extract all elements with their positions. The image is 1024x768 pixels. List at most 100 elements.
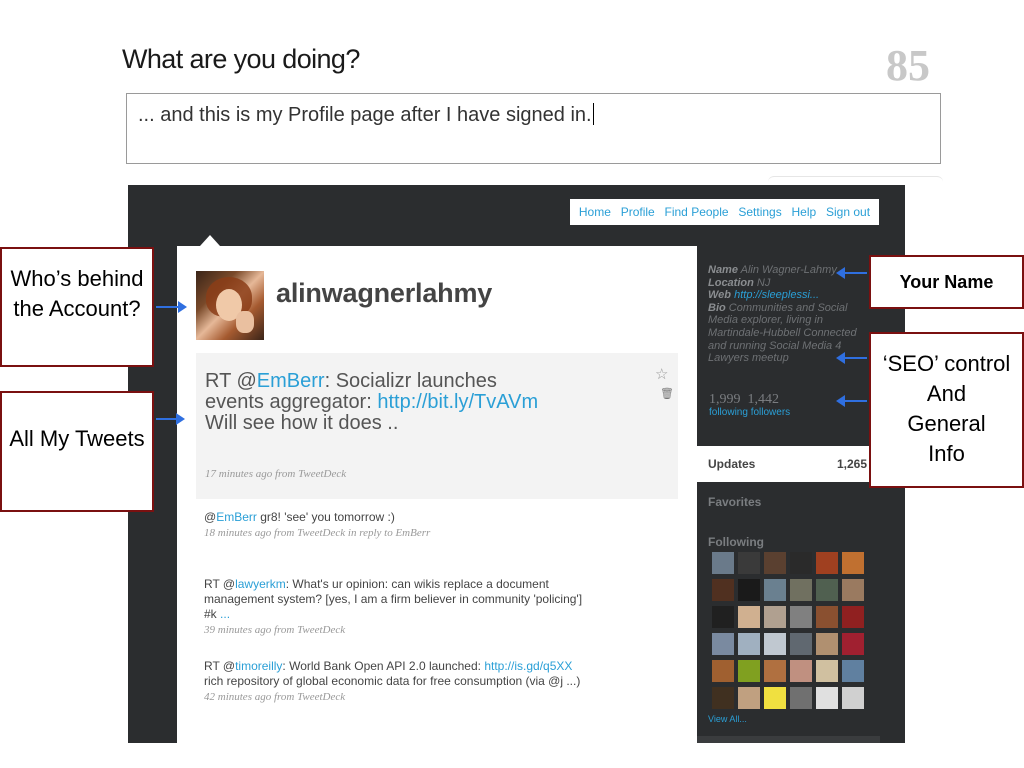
followers-count[interactable]: 1,442 <box>748 392 780 407</box>
nav-settings[interactable]: Settings <box>738 205 781 219</box>
mention-link[interactable]: EmBerr <box>257 370 325 392</box>
arrow-icon <box>836 395 867 407</box>
nav-help[interactable]: Help <box>792 205 817 219</box>
following-avatar[interactable] <box>816 579 838 601</box>
tweet-url[interactable]: http://bit.ly/TvAVm <box>377 391 538 413</box>
following-avatar[interactable] <box>842 660 864 682</box>
callout-seo-line: ‘SEO’ control <box>882 351 1011 376</box>
following-avatar[interactable] <box>816 687 838 709</box>
follow-stats-labels: following followers <box>709 407 790 418</box>
following-avatar[interactable] <box>764 552 786 574</box>
following-avatar[interactable] <box>764 606 786 628</box>
profile-info: Name Alin Wagner-Lahmy Location NJ Web h… <box>708 264 876 365</box>
following-avatar[interactable] <box>738 552 760 574</box>
follow-stats: 1,999 1,442 <box>709 392 779 408</box>
following-avatar[interactable] <box>764 633 786 655</box>
callout-who-behind: Who’s behind the Account? <box>0 247 154 367</box>
tweet-body: RT @lawyerkm: What's ur opinion: can wik… <box>204 577 594 622</box>
avatar[interactable] <box>196 271 264 340</box>
following-avatar-grid <box>712 552 866 709</box>
following-avatar[interactable] <box>764 660 786 682</box>
profile-screenshot: Home Profile Find People Settings Help S… <box>128 185 905 743</box>
tweet-more-link[interactable]: ... <box>217 607 230 621</box>
trash-icon[interactable]: 🗑 <box>660 387 674 400</box>
following-avatar[interactable] <box>738 633 760 655</box>
following-avatar[interactable] <box>790 579 812 601</box>
following-avatar[interactable] <box>842 579 864 601</box>
tweet-prefix: RT @ <box>204 577 236 591</box>
tweet-item: RT @timoreilly: World Bank Open API 2.0 … <box>204 659 594 705</box>
tweet-timestamp[interactable]: 17 minutes ago from TweetDeck <box>205 468 346 480</box>
following-avatar[interactable] <box>764 579 786 601</box>
profile-username: alinwagnerlahmy <box>276 278 493 308</box>
arrow-icon <box>836 352 867 364</box>
profile-location: NJ <box>756 276 771 289</box>
top-navigation: Home Profile Find People Settings Help S… <box>570 199 879 225</box>
tweet-timestamp[interactable]: 42 minutes ago from TweetDeck <box>204 690 594 705</box>
following-avatar[interactable] <box>842 687 864 709</box>
arrow-icon <box>836 267 867 279</box>
following-avatar[interactable] <box>842 552 864 574</box>
callout-seo-line: Info <box>928 441 965 466</box>
following-avatar[interactable] <box>712 552 734 574</box>
following-avatar[interactable] <box>738 579 760 601</box>
callout-seo-control: ‘SEO’ control And General Info <box>869 332 1024 488</box>
view-all-link[interactable]: View All... <box>708 714 747 724</box>
updates-tab[interactable]: Updates 1,265 <box>697 446 880 482</box>
following-avatar[interactable] <box>816 660 838 682</box>
tweet-text-end: Will see how it does .. <box>205 412 399 434</box>
following-avatar[interactable] <box>738 606 760 628</box>
tab-pointer <box>200 235 220 246</box>
following-count[interactable]: 1,999 <box>709 392 741 407</box>
tweet-item: RT @lawyerkm: What's ur opinion: can wik… <box>204 577 594 638</box>
following-avatar[interactable] <box>764 687 786 709</box>
following-avatar[interactable] <box>816 606 838 628</box>
following-avatar[interactable] <box>712 660 734 682</box>
compose-divider <box>768 176 943 183</box>
tweet-url[interactable]: http://is.gd/q5XX <box>484 659 572 673</box>
tweet-timestamp[interactable]: 39 minutes ago from TweetDeck <box>204 623 594 638</box>
tweet-body: @EmBerr gr8! 'see' you tomorrow :) <box>204 510 594 525</box>
status-input-text[interactable]: ... and this is my Profile page after I … <box>138 103 594 127</box>
following-avatar[interactable] <box>790 552 812 574</box>
callout-seo-line: And <box>926 381 967 406</box>
following-avatar[interactable] <box>712 579 734 601</box>
following-avatar[interactable] <box>712 633 734 655</box>
following-avatar[interactable] <box>712 606 734 628</box>
following-avatar[interactable] <box>712 687 734 709</box>
following-avatar[interactable] <box>738 660 760 682</box>
star-icon[interactable]: ☆ <box>655 365 668 383</box>
latest-tweet-text: RT @EmBerr: Socializr launches events ag… <box>205 371 550 434</box>
mention-link[interactable]: EmBerr <box>216 510 257 524</box>
web-label: Web <box>708 289 732 302</box>
nav-profile[interactable]: Profile <box>621 205 655 219</box>
following-avatar[interactable] <box>790 687 812 709</box>
arrow-icon <box>156 413 185 425</box>
nav-sign-out[interactable]: Sign out <box>826 205 870 219</box>
tweet-item: @EmBerr gr8! 'see' you tomorrow :) 18 mi… <box>204 510 594 541</box>
updates-label: Updates <box>708 457 756 471</box>
mention-link[interactable]: timoreilly <box>235 659 282 673</box>
character-counter: 85 <box>886 41 930 90</box>
nav-home[interactable]: Home <box>579 205 611 219</box>
profile-web-link[interactable]: http://sleeplessi... <box>734 289 819 301</box>
following-avatar[interactable] <box>842 606 864 628</box>
following-avatar[interactable] <box>790 660 812 682</box>
mention-link[interactable]: lawyerkm <box>235 577 286 591</box>
favorites-tab[interactable]: Favorites <box>708 495 761 509</box>
tweet-text: : World Bank Open API 2.0 launched: <box>282 659 485 673</box>
tweet-timestamp[interactable]: 18 minutes ago from TweetDeck in reply t… <box>204 526 594 541</box>
following-avatar[interactable] <box>816 633 838 655</box>
following-avatar[interactable] <box>790 633 812 655</box>
following-avatar[interactable] <box>842 633 864 655</box>
callout-seo-line: General <box>907 411 986 436</box>
following-avatar[interactable] <box>790 606 812 628</box>
following-avatar[interactable] <box>738 687 760 709</box>
nav-find-people[interactable]: Find People <box>665 205 729 219</box>
following-label[interactable]: following <box>709 407 748 418</box>
tweet-prefix: @ <box>204 510 217 524</box>
followers-label[interactable]: followers <box>751 407 790 418</box>
main-content: alinwagnerlahmy RT @EmBerr: Socializr la… <box>177 246 697 743</box>
following-avatar[interactable] <box>816 552 838 574</box>
profile-name: Alin Wagner-Lahmy <box>740 264 837 276</box>
